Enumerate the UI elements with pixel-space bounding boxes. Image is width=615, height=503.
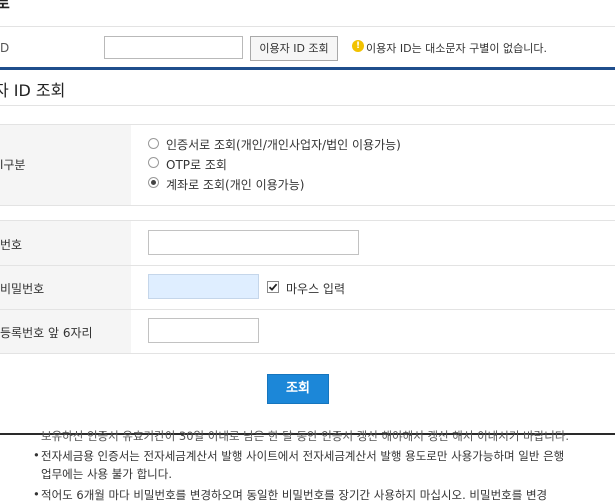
regno-input[interactable] xyxy=(148,318,259,343)
radio-account[interactable] xyxy=(148,177,159,188)
submit-button[interactable]: 조회 xyxy=(267,374,329,404)
radio-certificate[interactable] xyxy=(148,138,159,149)
radio-otp-label: OTP로 조회 xyxy=(166,158,227,172)
divider xyxy=(0,353,615,354)
account-number-label: 번호 xyxy=(0,238,23,252)
note-line: 보유하신 인증서 유효기간이 30일 이내로 남은 한 달 동안 인증서 갱신 … xyxy=(41,429,570,443)
userid-input[interactable] xyxy=(104,36,243,59)
divider xyxy=(0,26,615,27)
userid-label: D xyxy=(0,41,10,55)
note-line: 적어도 6개월 마다 비밀번호를 변경하오며 동일한 비밀번호를 장기간 사용하… xyxy=(41,488,548,502)
check-icon xyxy=(268,283,278,291)
userid-lookup-button[interactable]: 이용자 ID 조회 xyxy=(250,36,338,61)
regno-label: 등록번호 앞 6자리 xyxy=(0,326,93,340)
password-input[interactable] xyxy=(148,274,259,299)
section-title: 자 ID 조회 xyxy=(0,81,66,100)
divider xyxy=(0,205,615,206)
note-bullet: • xyxy=(33,448,40,462)
mouse-input-checkbox[interactable] xyxy=(267,281,279,293)
radio-account-label: 계좌로 조회(개인 이용가능) xyxy=(166,178,305,192)
category-label: l구분 xyxy=(0,158,26,172)
page-title: 로 xyxy=(0,0,10,12)
divider xyxy=(0,124,615,125)
divider xyxy=(0,105,615,106)
mouse-input-label: 마우스 입력 xyxy=(286,282,346,296)
note-bullet: • xyxy=(33,487,40,501)
account-number-input[interactable] xyxy=(148,230,359,255)
info-icon: ! xyxy=(352,40,364,52)
note-line: 업무에는 사용 불가 합니다. xyxy=(41,467,173,481)
password-label: 비밀번호 xyxy=(0,282,45,296)
radio-certificate-label: 인증서로 조회(개인/개인사업자/법인 이용가능) xyxy=(166,138,401,152)
section-divider xyxy=(0,67,615,70)
case-notice: 이용자 ID는 대소문자 구별이 없습니다. xyxy=(366,42,547,55)
note-line: 전자세금용 인증서는 전자세금계산서 발행 사이트에서 전자세금계산서 발행 용… xyxy=(41,449,565,463)
radio-otp[interactable] xyxy=(148,157,159,168)
